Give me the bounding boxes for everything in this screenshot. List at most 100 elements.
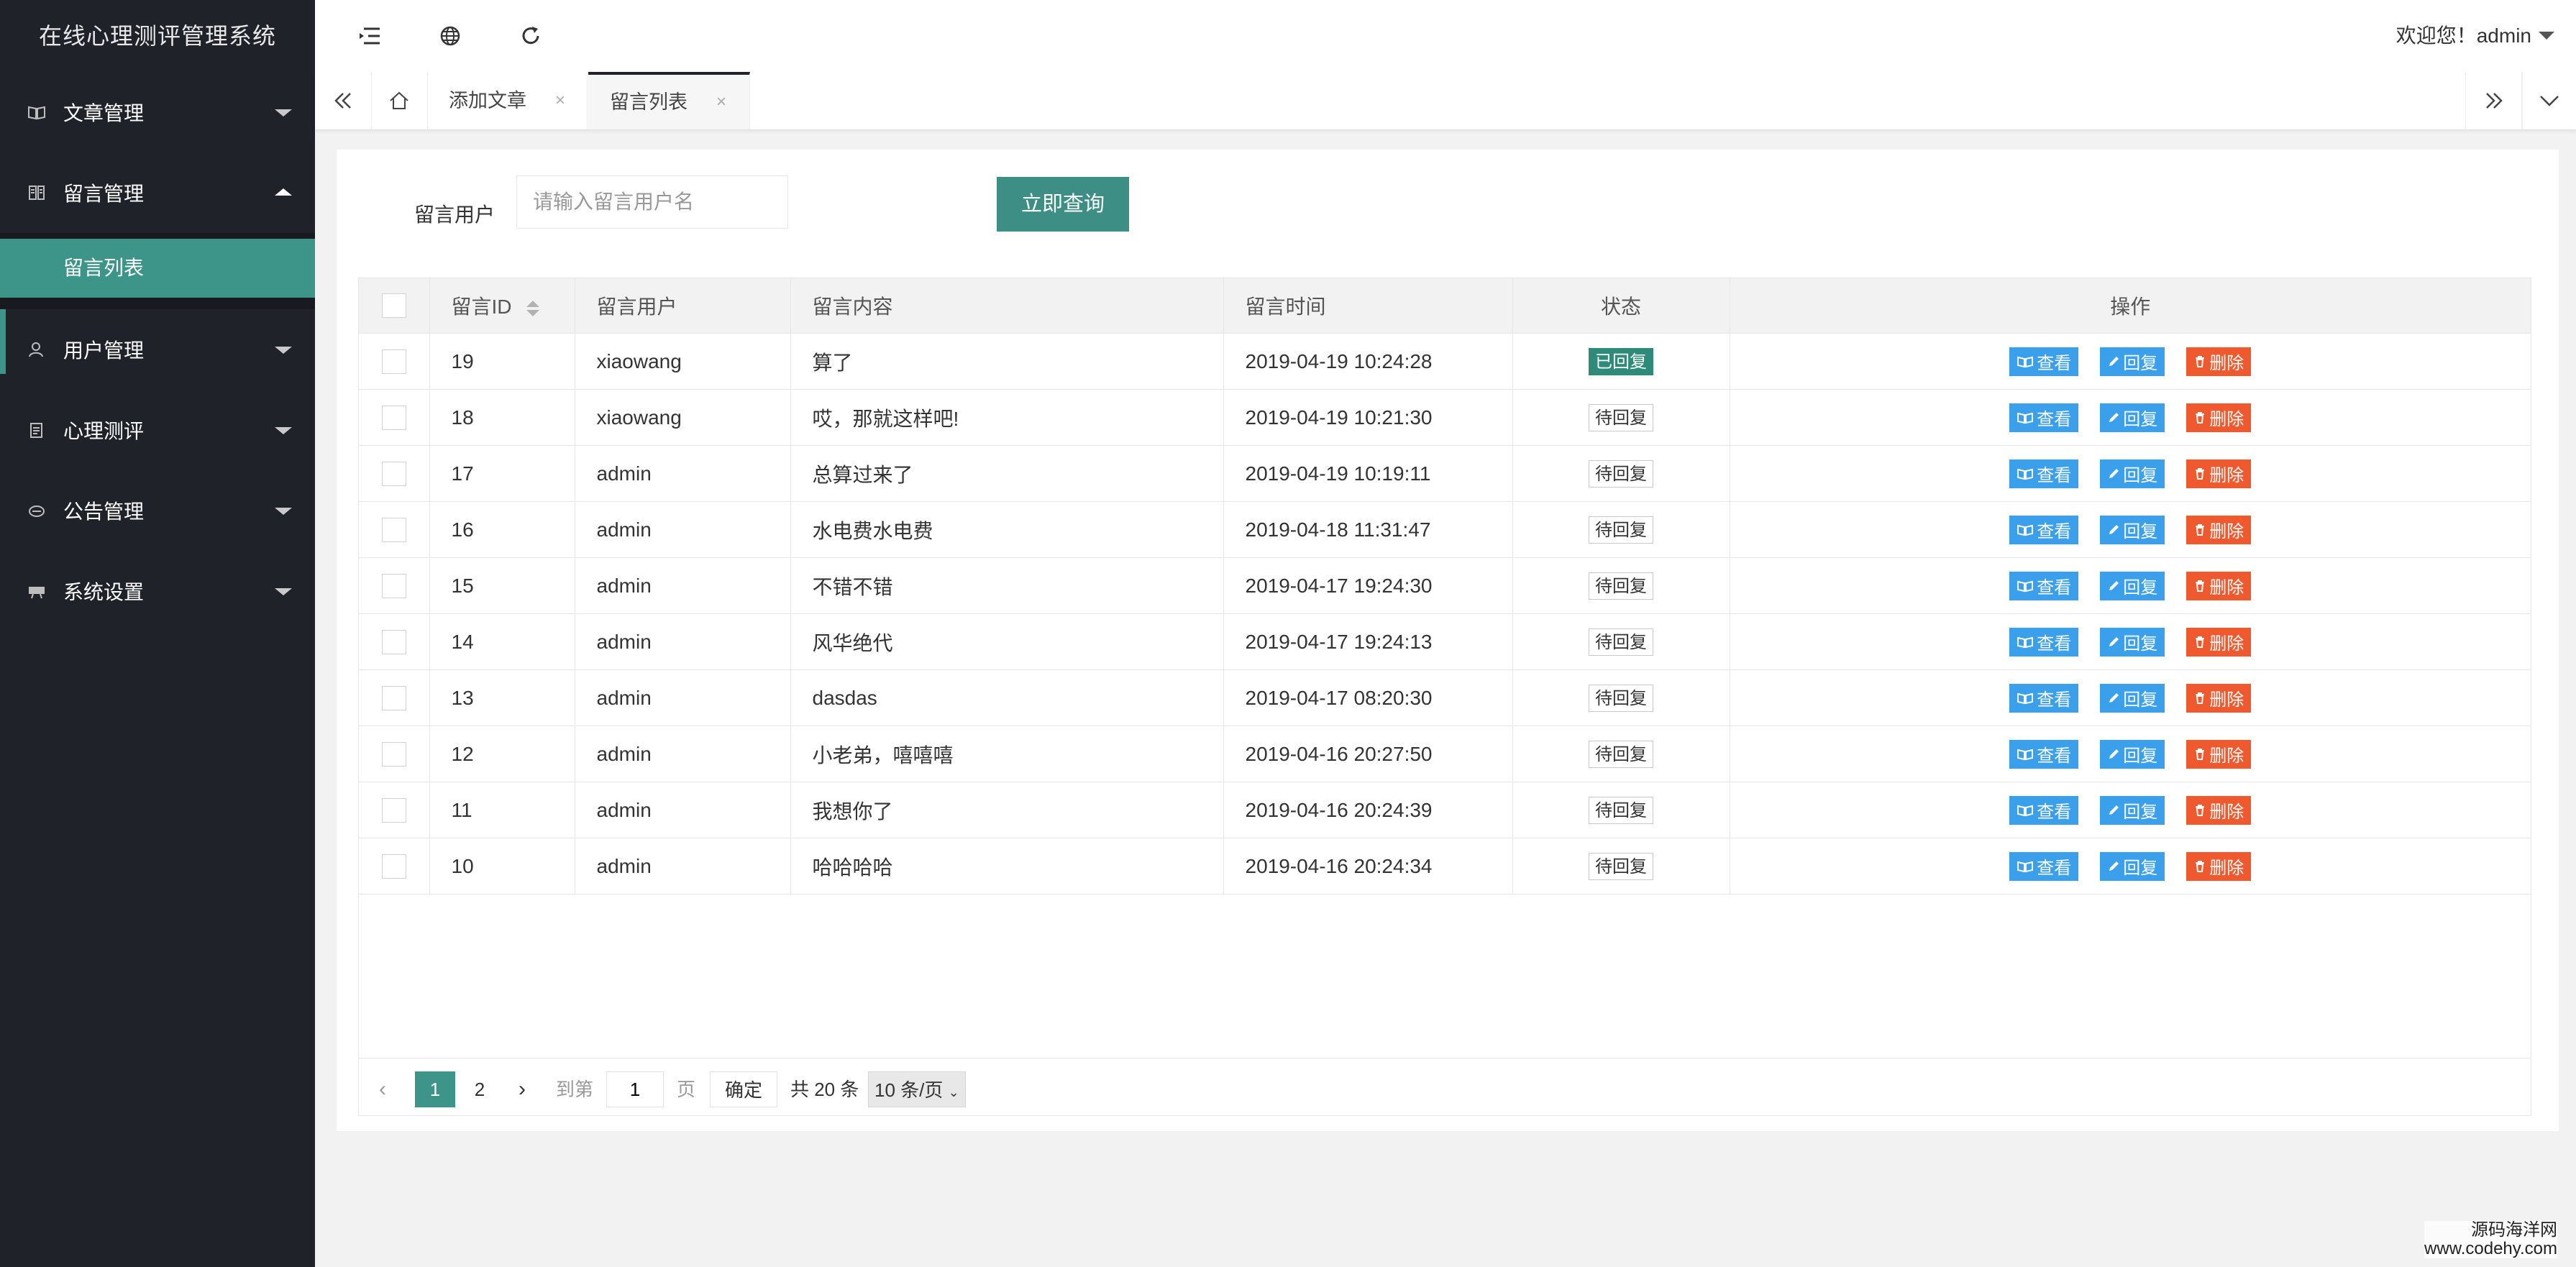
page-button-2[interactable]: 2	[460, 1071, 500, 1107]
view-button[interactable]: 查看	[2009, 739, 2079, 769]
view-button[interactable]: 查看	[2009, 515, 2079, 544]
row-checkbox[interactable]	[381, 573, 406, 598]
view-button[interactable]: 查看	[2009, 683, 2079, 713]
welcome-user-menu[interactable]: 欢迎您！admin	[2396, 22, 2531, 50]
row-checkbox[interactable]	[381, 517, 406, 542]
chevron-down-icon	[275, 347, 292, 354]
reply-button[interactable]: 回复	[2100, 571, 2165, 600]
view-button[interactable]: 查看	[2009, 347, 2079, 376]
reply-button[interactable]: 回复	[2100, 851, 2165, 881]
delete-button[interactable]: 删除	[2186, 851, 2252, 881]
reply-button[interactable]: 回复	[2100, 795, 2165, 825]
view-button[interactable]: 查看	[2009, 795, 2079, 825]
sidebar-item-messages[interactable]: 留言管理	[0, 152, 315, 233]
column-header-id[interactable]: 留言ID	[429, 278, 575, 334]
delete-button[interactable]: 删除	[2186, 403, 2252, 432]
reply-button[interactable]: 回复	[2100, 627, 2165, 657]
tab-add-article[interactable]: 添加文章 ×	[427, 72, 588, 129]
sidebar-item-label: 系统设置	[63, 581, 145, 603]
next-page-icon[interactable]: ›	[519, 1071, 526, 1107]
row-checkbox[interactable]	[381, 349, 406, 374]
reply-button[interactable]: 回复	[2100, 739, 2165, 769]
caret-down-icon[interactable]	[2539, 32, 2554, 40]
tab-close-icon[interactable]: ×	[716, 75, 726, 129]
reply-label: 回复	[2123, 522, 2158, 541]
row-checkbox[interactable]	[381, 461, 406, 486]
view-button[interactable]: 查看	[2009, 459, 2079, 488]
select-all-checkbox[interactable]	[381, 293, 406, 319]
row-checkbox[interactable]	[381, 854, 406, 879]
delete-label: 删除	[2209, 522, 2244, 541]
sidebar-item-label: 公告管理	[63, 500, 145, 523]
sidebar-item-notices[interactable]: 公告管理	[0, 470, 315, 551]
row-checkbox[interactable]	[381, 797, 406, 823]
delete-label: 删除	[2209, 859, 2244, 878]
sidebar-item-users[interactable]: 用户管理	[0, 309, 315, 390]
row-checkbox[interactable]	[381, 685, 406, 710]
delete-button[interactable]: 删除	[2186, 347, 2252, 376]
sort-icon[interactable]	[526, 300, 539, 316]
cell-actions: 查看 回复 删除	[1730, 333, 2531, 390]
tabs-scroll-right-icon[interactable]	[2465, 72, 2523, 129]
table-row: 12 admin 小老弟，嘻嘻嘻 2019-04-16 20:27:50 待回复 查看 回复…	[359, 726, 2531, 782]
view-button[interactable]: 查看	[2009, 403, 2079, 432]
edit-icon	[2107, 580, 2123, 593]
trash-icon	[2193, 523, 2209, 536]
reply-button[interactable]: 回复	[2100, 403, 2165, 432]
sidebar-item-settings[interactable]: 系统设置	[0, 551, 315, 631]
sidebar-item-label: 文章管理	[63, 102, 145, 124]
delete-button[interactable]: 删除	[2186, 683, 2252, 713]
username-search-input[interactable]	[516, 175, 788, 229]
cell-status: 待回复	[1512, 445, 1730, 502]
reply-button[interactable]: 回复	[2100, 459, 2165, 488]
globe-icon[interactable]	[436, 22, 465, 50]
row-checkbox[interactable]	[381, 629, 406, 654]
delete-button[interactable]: 删除	[2186, 795, 2252, 825]
row-checkbox[interactable]	[381, 405, 406, 430]
delete-button[interactable]: 删除	[2186, 739, 2252, 769]
query-button[interactable]: 立即查询	[997, 177, 1129, 232]
status-badge: 待回复	[1589, 852, 1653, 880]
delete-button[interactable]: 删除	[2186, 459, 2252, 488]
tab-label: 留言列表	[610, 91, 688, 113]
status-badge: 待回复	[1589, 628, 1653, 656]
row-checkbox[interactable]	[381, 741, 406, 767]
page-size-select[interactable]: 10 条/页 ⌄	[868, 1071, 966, 1107]
cell-content: 风华绝代	[790, 613, 1224, 670]
sidebar-subitem-message-list[interactable]: 留言列表	[0, 239, 315, 298]
reply-label: 回复	[2123, 634, 2158, 654]
tab-close-icon[interactable]: ×	[555, 72, 565, 129]
reply-button[interactable]: 回复	[2100, 683, 2165, 713]
table-row: 10 admin 哈哈哈哈 2019-04-16 20:24:34 待回复 查看 回复 删除	[359, 838, 2531, 895]
delete-button[interactable]: 删除	[2186, 627, 2252, 657]
reply-button[interactable]: 回复	[2100, 347, 2165, 376]
view-button[interactable]: 查看	[2009, 571, 2079, 600]
cell-time: 2019-04-17 19:24:13	[1223, 613, 1513, 670]
delete-button[interactable]: 删除	[2186, 515, 2252, 544]
goto-page-input[interactable]	[606, 1071, 664, 1107]
user-icon	[29, 342, 43, 357]
view-button[interactable]: 查看	[2009, 851, 2079, 881]
tabs-scroll-left-icon[interactable]	[315, 72, 372, 129]
home-tab-icon[interactable]	[371, 72, 428, 129]
goto-confirm-button[interactable]: 确定	[710, 1071, 778, 1107]
prev-page-icon[interactable]: ‹	[379, 1071, 386, 1107]
column-header-time: 留言时间	[1223, 278, 1513, 334]
table-body: 19 xiaowang 算了 2019-04-19 10:24:28 已回复 查看 回复 删除…	[359, 333, 2531, 895]
cell-user: admin	[575, 782, 791, 838]
page-button-1[interactable]: 1	[415, 1071, 455, 1107]
menu-toggle-icon[interactable]	[355, 22, 384, 50]
table-row: 19 xiaowang 算了 2019-04-19 10:24:28 已回复 查看 回复 删除	[359, 333, 2531, 390]
tab-message-list[interactable]: 留言列表 ×	[588, 72, 750, 129]
table-header-row: 留言ID 留言用户 留言内容 留言时间 状态 操作	[359, 278, 2531, 334]
view-button[interactable]: 查看	[2009, 627, 2079, 657]
tabs-dropdown-icon[interactable]	[2521, 72, 2576, 129]
cell-time: 2019-04-19 10:21:30	[1223, 389, 1513, 446]
reply-label: 回复	[2123, 746, 2158, 766]
delete-button[interactable]: 删除	[2186, 571, 2252, 600]
reply-button[interactable]: 回复	[2100, 515, 2165, 544]
sidebar-item-articles[interactable]: 文章管理	[0, 72, 315, 152]
sidebar-item-assessment[interactable]: 心理测评	[0, 390, 315, 470]
cell-actions: 查看 回复 删除	[1730, 445, 2531, 502]
refresh-icon[interactable]	[516, 22, 545, 50]
